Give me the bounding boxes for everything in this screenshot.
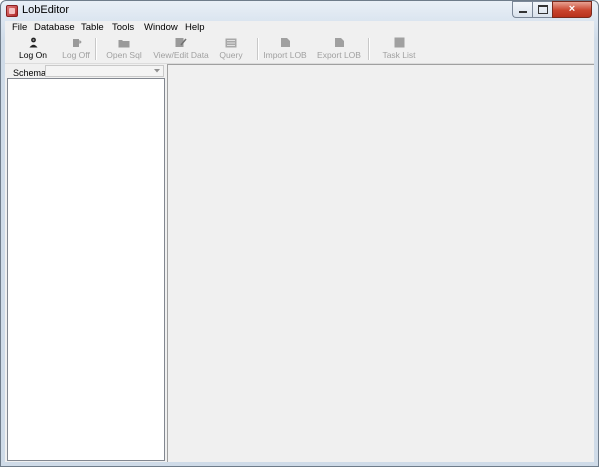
app-icon[interactable] <box>6 5 18 17</box>
minimize-button[interactable] <box>512 1 532 18</box>
query-label: Query <box>219 50 243 60</box>
menu-file[interactable]: File <box>12 22 27 33</box>
open-sql-button[interactable]: Open Sql <box>103 35 145 63</box>
import-icon <box>280 37 291 48</box>
menu-help[interactable]: Help <box>185 22 205 33</box>
log-off-button[interactable]: Log Off <box>60 35 92 63</box>
toolbar: Log On Log Off Open Sql View/Edit Data Q… <box>5 35 594 64</box>
toolbar-separator <box>95 38 97 60</box>
maximize-icon <box>537 5 548 14</box>
workspace-area <box>167 64 594 462</box>
user-icon <box>28 37 39 48</box>
schema-panel: Schema <box>5 65 167 462</box>
maximize-button[interactable] <box>532 1 552 18</box>
menu-window[interactable]: Window <box>144 22 178 33</box>
export-lob-label: Export LOB <box>317 50 361 60</box>
app-window: LobEditor × File Database Table Tools Wi… <box>0 0 599 467</box>
task-list-icon <box>394 37 405 48</box>
window-title: LobEditor <box>22 4 70 16</box>
toolbar-separator <box>257 38 259 60</box>
caption-buttons: × <box>512 1 592 18</box>
log-off-icon <box>71 37 82 48</box>
menu-tools[interactable]: Tools <box>112 22 134 33</box>
export-icon <box>334 37 345 48</box>
query-icon <box>225 37 237 48</box>
menu-table[interactable]: Table <box>81 22 104 33</box>
minimize-icon <box>518 11 527 13</box>
log-off-label: Log Off <box>62 50 90 60</box>
close-icon: × <box>568 3 576 15</box>
task-list-label: Task List <box>382 50 416 60</box>
log-on-label: Log On <box>19 50 47 60</box>
client-area: File Database Table Tools Window Help Lo… <box>5 21 594 462</box>
open-sql-label: Open Sql <box>106 50 142 60</box>
menu-bar: File Database Table Tools Window Help <box>5 21 594 35</box>
import-lob-label: Import LOB <box>263 50 307 60</box>
import-lob-button[interactable]: Import LOB <box>263 35 307 63</box>
view-edit-data-button[interactable]: View/Edit Data <box>151 35 211 63</box>
log-on-button[interactable]: Log On <box>17 35 49 63</box>
export-lob-button[interactable]: Export LOB <box>317 35 361 63</box>
chevron-down-icon[interactable] <box>152 66 162 76</box>
folder-icon <box>118 37 130 48</box>
query-button[interactable]: Query <box>216 35 246 63</box>
schema-label: Schema <box>13 68 47 78</box>
toolbar-separator <box>368 38 370 60</box>
schema-dropdown[interactable] <box>45 65 164 77</box>
menu-database[interactable]: Database <box>34 22 75 33</box>
edit-data-icon <box>175 37 187 48</box>
title-bar[interactable]: LobEditor × <box>1 1 598 21</box>
schema-tree[interactable] <box>7 78 165 461</box>
task-list-button[interactable]: Task List <box>380 35 418 63</box>
close-button[interactable]: × <box>552 1 592 18</box>
view-edit-data-label: View/Edit Data <box>153 50 209 60</box>
